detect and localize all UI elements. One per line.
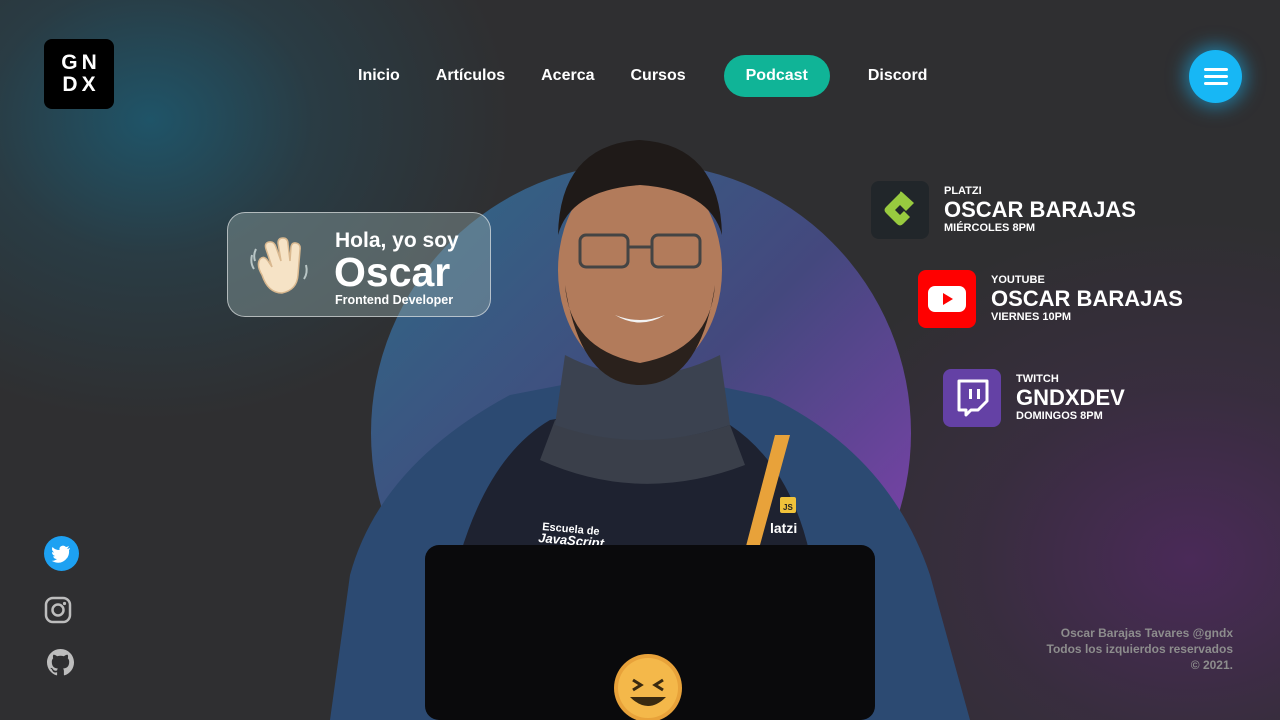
youtube-icon [918,270,976,328]
waving-hand-icon [250,237,308,294]
js-badge: JS [783,503,793,512]
schedule-time: DOMINGOS 8PM [1016,410,1103,422]
nav-item-articulos[interactable]: Artículos [418,55,523,97]
instagram-icon[interactable] [44,596,72,624]
nav-item-discord[interactable]: Discord [850,55,946,97]
schedule-time: MIÉRCOLES 8PM [944,222,1036,234]
footer-copyright: © 2021. [1190,658,1233,672]
greeting-role: Frontend Developer [335,293,454,307]
nav-item-acerca[interactable]: Acerca [523,55,612,97]
logo-line-2: DX [62,73,100,96]
schedule-time: VIERNES 10PM [991,311,1072,323]
schedule-platzi[interactable]: PLATZI OSCAR BARAJAS MIÉRCOLES 8PM [871,181,1136,239]
nav-item-cursos[interactable]: Cursos [613,55,704,97]
logo[interactable]: GN DX [44,39,114,109]
menu-button[interactable] [1189,50,1242,103]
channel-name: OSCAR BARAJAS [944,197,1136,222]
logo-line-1: GN [61,51,101,74]
channel-name: OSCAR BARAJAS [991,286,1183,311]
platzi-icon [871,181,929,239]
nav-item-inicio[interactable]: Inicio [340,55,418,97]
main-nav: Inicio Artículos Acerca Cursos Podcast D… [340,55,945,97]
schedule-twitch[interactable]: TWITCH GNDXDEV DOMINGOS 8PM [943,369,1125,427]
footer-rights: Todos los izquierdos reservados [1046,642,1234,656]
hamburger-icon [1203,68,1228,71]
github-icon[interactable] [46,648,75,677]
footer-author: Oscar Barajas Tavares @gndx [1060,626,1233,640]
schedule-youtube[interactable]: YOUTUBE OSCAR BARAJAS VIERNES 10PM [918,270,1183,328]
twitch-icon [943,369,1001,427]
nav-item-podcast[interactable]: Podcast [723,55,830,97]
footer: Oscar Barajas Tavares @gndx Todos los iz… [1047,625,1234,673]
twitter-icon[interactable] [44,536,79,571]
shirt-brand: latzi [770,520,797,536]
channel-name: GNDXDEV [1016,385,1125,410]
greeting-card: Hola, yo soy Oscar Frontend Developer [227,212,491,317]
greeting-name: Oscar [334,249,451,295]
